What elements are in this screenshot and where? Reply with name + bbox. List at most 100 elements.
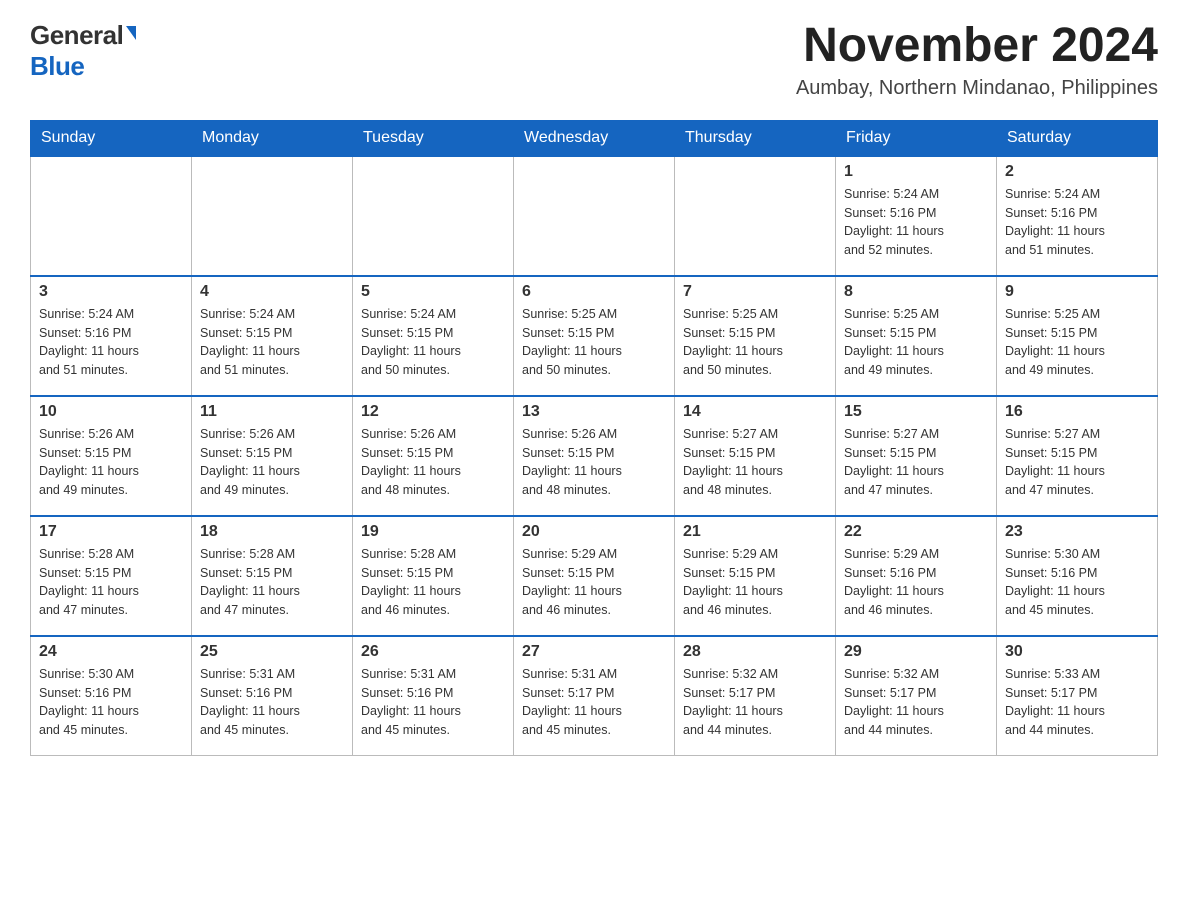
week-row-2: 3 Sunrise: 5:24 AM Sunset: 5:16 PM Daylig…	[31, 276, 1158, 396]
calendar-cell: 16 Sunrise: 5:27 AM Sunset: 5:15 PM Dayli…	[997, 396, 1158, 516]
day-number: 21	[683, 523, 827, 541]
calendar-cell: 1 Sunrise: 5:24 AM Sunset: 5:16 PM Daylig…	[836, 156, 997, 276]
logo-blue-text: Blue	[30, 51, 84, 82]
title-section: November 2024 Aumbay, Northern Mindanao,…	[796, 20, 1158, 100]
calendar-cell: 27 Sunrise: 5:31 AM Sunset: 5:17 PM Dayli…	[514, 636, 675, 756]
day-number: 4	[200, 283, 344, 301]
calendar-cell: 28 Sunrise: 5:32 AM Sunset: 5:17 PM Dayli…	[675, 636, 836, 756]
day-number: 11	[200, 403, 344, 421]
calendar-cell: 8 Sunrise: 5:25 AM Sunset: 5:15 PM Daylig…	[836, 276, 997, 396]
day-number: 6	[522, 283, 666, 301]
calendar-cell: 11 Sunrise: 5:26 AM Sunset: 5:15 PM Dayli…	[192, 396, 353, 516]
calendar-cell: 3 Sunrise: 5:24 AM Sunset: 5:16 PM Daylig…	[31, 276, 192, 396]
day-number: 17	[39, 523, 183, 541]
day-number: 16	[1005, 403, 1149, 421]
day-number: 18	[200, 523, 344, 541]
calendar-cell	[675, 156, 836, 276]
day-number: 7	[683, 283, 827, 301]
page-header: General Blue November 2024 Aumbay, North…	[30, 20, 1158, 100]
day-info: Sunrise: 5:24 AM Sunset: 5:16 PM Dayligh…	[844, 185, 988, 260]
calendar-cell: 21 Sunrise: 5:29 AM Sunset: 5:15 PM Dayli…	[675, 516, 836, 636]
day-info: Sunrise: 5:24 AM Sunset: 5:15 PM Dayligh…	[361, 305, 505, 380]
day-number: 25	[200, 643, 344, 661]
calendar-cell: 14 Sunrise: 5:27 AM Sunset: 5:15 PM Dayli…	[675, 396, 836, 516]
day-number: 23	[1005, 523, 1149, 541]
day-info: Sunrise: 5:28 AM Sunset: 5:15 PM Dayligh…	[39, 545, 183, 620]
logo-general-text: General	[30, 20, 123, 51]
day-info: Sunrise: 5:32 AM Sunset: 5:17 PM Dayligh…	[683, 665, 827, 740]
day-info: Sunrise: 5:28 AM Sunset: 5:15 PM Dayligh…	[361, 545, 505, 620]
day-number: 30	[1005, 643, 1149, 661]
calendar-header-wednesday: Wednesday	[514, 120, 675, 156]
calendar-cell: 20 Sunrise: 5:29 AM Sunset: 5:15 PM Dayli…	[514, 516, 675, 636]
calendar-cell: 15 Sunrise: 5:27 AM Sunset: 5:15 PM Dayli…	[836, 396, 997, 516]
day-number: 20	[522, 523, 666, 541]
day-info: Sunrise: 5:24 AM Sunset: 5:16 PM Dayligh…	[39, 305, 183, 380]
calendar-header-tuesday: Tuesday	[353, 120, 514, 156]
calendar-cell: 17 Sunrise: 5:28 AM Sunset: 5:15 PM Dayli…	[31, 516, 192, 636]
calendar-header-friday: Friday	[836, 120, 997, 156]
day-info: Sunrise: 5:29 AM Sunset: 5:15 PM Dayligh…	[683, 545, 827, 620]
day-number: 2	[1005, 163, 1149, 181]
calendar-header-monday: Monday	[192, 120, 353, 156]
calendar-cell: 23 Sunrise: 5:30 AM Sunset: 5:16 PM Dayli…	[997, 516, 1158, 636]
day-number: 27	[522, 643, 666, 661]
week-row-5: 24 Sunrise: 5:30 AM Sunset: 5:16 PM Dayli…	[31, 636, 1158, 756]
day-number: 1	[844, 163, 988, 181]
day-info: Sunrise: 5:24 AM Sunset: 5:15 PM Dayligh…	[200, 305, 344, 380]
day-info: Sunrise: 5:31 AM Sunset: 5:17 PM Dayligh…	[522, 665, 666, 740]
day-info: Sunrise: 5:32 AM Sunset: 5:17 PM Dayligh…	[844, 665, 988, 740]
calendar-cell: 5 Sunrise: 5:24 AM Sunset: 5:15 PM Daylig…	[353, 276, 514, 396]
day-info: Sunrise: 5:26 AM Sunset: 5:15 PM Dayligh…	[361, 425, 505, 500]
day-number: 26	[361, 643, 505, 661]
day-number: 13	[522, 403, 666, 421]
week-row-4: 17 Sunrise: 5:28 AM Sunset: 5:15 PM Dayli…	[31, 516, 1158, 636]
calendar-cell: 2Sunrise: 5:24 AM Sunset: 5:16 PM Daylig…	[997, 156, 1158, 276]
day-info: Sunrise: 5:25 AM Sunset: 5:15 PM Dayligh…	[683, 305, 827, 380]
day-info: Sunrise: 5:31 AM Sunset: 5:16 PM Dayligh…	[200, 665, 344, 740]
day-number: 24	[39, 643, 183, 661]
calendar-header-saturday: Saturday	[997, 120, 1158, 156]
calendar-cell	[31, 156, 192, 276]
location-title: Aumbay, Northern Mindanao, Philippines	[796, 77, 1158, 100]
day-info: Sunrise: 5:26 AM Sunset: 5:15 PM Dayligh…	[522, 425, 666, 500]
day-number: 3	[39, 283, 183, 301]
calendar-cell: 6 Sunrise: 5:25 AM Sunset: 5:15 PM Daylig…	[514, 276, 675, 396]
day-number: 9	[1005, 283, 1149, 301]
day-info: Sunrise: 5:31 AM Sunset: 5:16 PM Dayligh…	[361, 665, 505, 740]
logo: General Blue	[30, 20, 136, 82]
day-number: 14	[683, 403, 827, 421]
calendar-cell: 9Sunrise: 5:25 AM Sunset: 5:15 PM Daylig…	[997, 276, 1158, 396]
day-info: Sunrise: 5:30 AM Sunset: 5:16 PM Dayligh…	[39, 665, 183, 740]
day-info: Sunrise: 5:27 AM Sunset: 5:15 PM Dayligh…	[1005, 425, 1149, 500]
day-number: 28	[683, 643, 827, 661]
day-info: Sunrise: 5:27 AM Sunset: 5:15 PM Dayligh…	[683, 425, 827, 500]
day-number: 12	[361, 403, 505, 421]
calendar-cell	[514, 156, 675, 276]
day-number: 19	[361, 523, 505, 541]
day-info: Sunrise: 5:30 AM Sunset: 5:16 PM Dayligh…	[1005, 545, 1149, 620]
calendar-cell: 26 Sunrise: 5:31 AM Sunset: 5:16 PM Dayli…	[353, 636, 514, 756]
day-info: Sunrise: 5:29 AM Sunset: 5:15 PM Dayligh…	[522, 545, 666, 620]
calendar-cell: 24 Sunrise: 5:30 AM Sunset: 5:16 PM Dayli…	[31, 636, 192, 756]
calendar-cell: 18 Sunrise: 5:28 AM Sunset: 5:15 PM Dayli…	[192, 516, 353, 636]
day-number: 15	[844, 403, 988, 421]
day-info: Sunrise: 5:26 AM Sunset: 5:15 PM Dayligh…	[200, 425, 344, 500]
day-number: 29	[844, 643, 988, 661]
day-info: Sunrise: 5:26 AM Sunset: 5:15 PM Dayligh…	[39, 425, 183, 500]
day-number: 5	[361, 283, 505, 301]
calendar-cell: 13 Sunrise: 5:26 AM Sunset: 5:15 PM Dayli…	[514, 396, 675, 516]
day-info: Sunrise: 5:25 AM Sunset: 5:15 PM Dayligh…	[522, 305, 666, 380]
calendar-cell: 4 Sunrise: 5:24 AM Sunset: 5:15 PM Daylig…	[192, 276, 353, 396]
calendar-cell: 25 Sunrise: 5:31 AM Sunset: 5:16 PM Dayli…	[192, 636, 353, 756]
day-info: Sunrise: 5:25 AM Sunset: 5:15 PM Dayligh…	[844, 305, 988, 380]
calendar-cell: 29 Sunrise: 5:32 AM Sunset: 5:17 PM Dayli…	[836, 636, 997, 756]
calendar-cell: 30Sunrise: 5:33 AM Sunset: 5:17 PM Dayli…	[997, 636, 1158, 756]
calendar-cell: 10 Sunrise: 5:26 AM Sunset: 5:15 PM Dayli…	[31, 396, 192, 516]
day-info: Sunrise: 5:28 AM Sunset: 5:15 PM Dayligh…	[200, 545, 344, 620]
week-row-1: 1 Sunrise: 5:24 AM Sunset: 5:16 PM Daylig…	[31, 156, 1158, 276]
day-number: 10	[39, 403, 183, 421]
day-number: 8	[844, 283, 988, 301]
calendar-cell: 12 Sunrise: 5:26 AM Sunset: 5:15 PM Dayli…	[353, 396, 514, 516]
day-info: Sunrise: 5:27 AM Sunset: 5:15 PM Dayligh…	[844, 425, 988, 500]
